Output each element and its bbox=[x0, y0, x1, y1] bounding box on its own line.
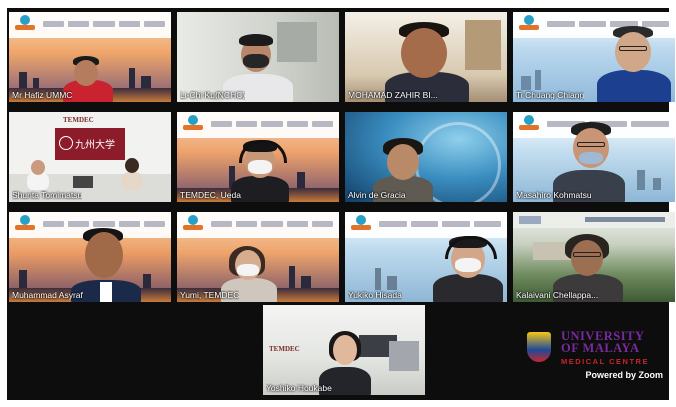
event-banner bbox=[177, 112, 339, 138]
participant-name: Ti Chuang Chiang bbox=[516, 90, 585, 100]
participant-name: TEMDEC, Ueda bbox=[180, 190, 241, 200]
event-logo-icon bbox=[15, 215, 35, 233]
temdec-sign: TEMDEC bbox=[63, 116, 94, 124]
event-logo-icon bbox=[519, 115, 539, 133]
video-tile[interactable]: Yumi, TEMDEC bbox=[177, 212, 339, 302]
participant-name: Shunta Tomimatsu bbox=[12, 190, 83, 200]
participant-name: Yumi, TEMDEC bbox=[180, 290, 240, 300]
participant-name: Mr Hafiz UMMC bbox=[12, 90, 73, 100]
event-logo-icon bbox=[351, 215, 371, 233]
event-logo-icon bbox=[183, 115, 203, 133]
video-tile-active-speaker[interactable]: Masahiro Kohmatsu bbox=[513, 112, 675, 202]
video-tile[interactable]: Kalaivani Chellappa... bbox=[513, 212, 675, 302]
participant-name: Yukiko Hisada bbox=[348, 290, 402, 300]
video-tile[interactable]: MOHAMAD ZAHIR BI... bbox=[345, 12, 507, 102]
event-banner bbox=[9, 12, 171, 38]
participant-name: Li-Chi Ku(NCHC) bbox=[180, 90, 246, 100]
event-logo-icon bbox=[183, 215, 203, 233]
participant-name: Muhammad Asyraf bbox=[12, 290, 83, 300]
participant-name: Yoshiko Houkabe bbox=[266, 383, 332, 393]
participant-name: Masahiro Kohmatsu bbox=[516, 190, 592, 200]
video-tile[interactable]: TEMDEC Yoshiko Houkabe bbox=[263, 305, 425, 395]
zoom-gallery-view: Mr Hafiz UMMC Li-Chi Ku(NCHC) MOHAMAD ZA… bbox=[7, 8, 675, 400]
event-logo-icon bbox=[15, 15, 35, 33]
event-logo-icon bbox=[519, 15, 539, 33]
university-name-line2: OF MALAYA bbox=[561, 341, 640, 355]
video-tile[interactable]: Mr Hafiz UMMC bbox=[9, 12, 171, 102]
video-tile[interactable]: TEMDEC, Ueda bbox=[177, 112, 339, 202]
university-of-malaya-logo: UNIVERSITY OF MALAYA MEDICAL CENTRE bbox=[527, 330, 667, 370]
participant-name: MOHAMAD ZAHIR BI... bbox=[348, 90, 438, 100]
video-tile[interactable]: Li-Chi Ku(NCHC) bbox=[177, 12, 339, 102]
participant-name: Kalaivani Chellappa... bbox=[516, 290, 599, 300]
temdec-sign: TEMDEC bbox=[269, 345, 300, 353]
kyushu-banner: 九州大学 bbox=[55, 128, 125, 160]
event-banner bbox=[345, 212, 507, 238]
video-tile[interactable]: TEMDEC 九州大学 Shunta Tomimatsu bbox=[9, 112, 171, 202]
video-tile[interactable]: Alvin de Gracia bbox=[345, 112, 507, 202]
university-name-line3: MEDICAL CENTRE bbox=[561, 357, 649, 366]
video-tile[interactable]: Yukiko Hisada bbox=[345, 212, 507, 302]
participant-name: Alvin de Gracia bbox=[348, 190, 406, 200]
video-tile[interactable]: Ti Chuang Chiang bbox=[513, 12, 675, 102]
event-banner bbox=[177, 212, 339, 238]
powered-by-zoom: Powered by Zoom bbox=[585, 370, 663, 380]
video-tile[interactable]: Muhammad Asyraf bbox=[9, 212, 171, 302]
university-crest-icon bbox=[527, 332, 551, 362]
